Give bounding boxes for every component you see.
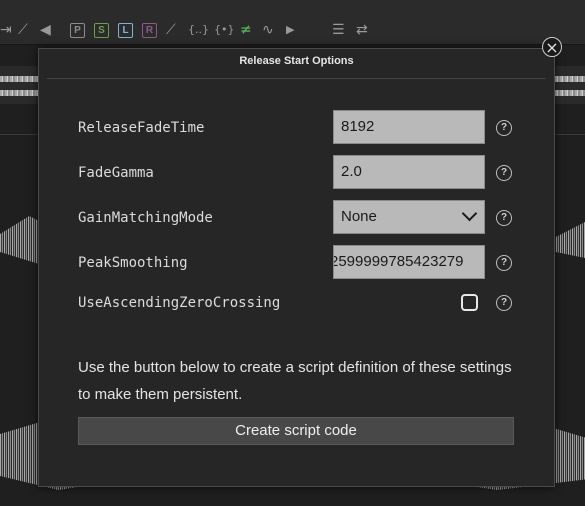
gain-matching-mode-value: None — [341, 208, 377, 225]
peak-smoothing-field[interactable]: 2599999785423279 — [333, 245, 485, 279]
fade-gamma-label: FadeGamma — [78, 165, 154, 181]
r-box-icon[interactable]: R — [142, 23, 157, 38]
s-box-icon[interactable]: S — [94, 23, 109, 38]
help-icon[interactable]: ? — [496, 295, 512, 311]
use-ascending-zero-crossing-checkbox[interactable] — [461, 294, 478, 311]
swap-icon[interactable]: ⇄ — [356, 22, 368, 38]
braces-dots-icon[interactable]: {..} — [188, 22, 209, 38]
skip-end-icon[interactable]: ⇥ — [0, 22, 12, 38]
peak-smoothing-label: PeakSmoothing — [78, 255, 188, 271]
no-equal-icon[interactable]: ≠ — [240, 22, 252, 38]
help-icon[interactable]: ? — [496, 165, 512, 181]
help-icon[interactable]: ? — [496, 210, 512, 226]
persistence-description: Use the button below to create a script … — [78, 359, 512, 403]
chevron-down-icon — [461, 205, 478, 222]
use-ascending-zero-crossing-label: UseAscendingZeroCrossing — [78, 295, 281, 311]
close-icon[interactable]: × — [542, 37, 562, 57]
braces-plus-icon[interactable]: {•} — [214, 22, 235, 38]
curve-icon[interactable]: ⟋ — [166, 22, 176, 38]
play-box-icon[interactable]: ▶ — [286, 22, 294, 38]
dialog-title: Release Start Options — [239, 55, 354, 67]
title-divider — [47, 78, 546, 79]
wave-icon[interactable]: ∿ — [262, 22, 274, 38]
help-icon[interactable]: ? — [496, 120, 512, 136]
l-box-icon[interactable]: L — [118, 23, 133, 38]
speaker-icon[interactable]: ◀ — [40, 22, 51, 38]
gain-matching-mode-select[interactable]: None — [333, 200, 485, 234]
edit-arrow-icon[interactable]: ⟋ — [18, 22, 28, 38]
main-toolbar: ⇥ ⟋ ◀ P S L R ⟋ {..} {•} ≠ ∿ ▶ ☰ ⇄ — [0, 0, 585, 45]
release-fade-time-label: ReleaseFadeTime — [78, 120, 205, 136]
p-box-icon[interactable]: P — [70, 23, 85, 38]
indent-icon[interactable]: ☰ — [332, 22, 345, 38]
gain-matching-mode-label: GainMatchingMode — [78, 210, 213, 226]
fade-gamma-field[interactable]: 2.0 — [333, 155, 485, 189]
create-script-code-button[interactable]: Create script code — [78, 417, 514, 445]
help-icon[interactable]: ? — [496, 255, 512, 271]
release-fade-time-field[interactable]: 8192 — [333, 110, 485, 144]
